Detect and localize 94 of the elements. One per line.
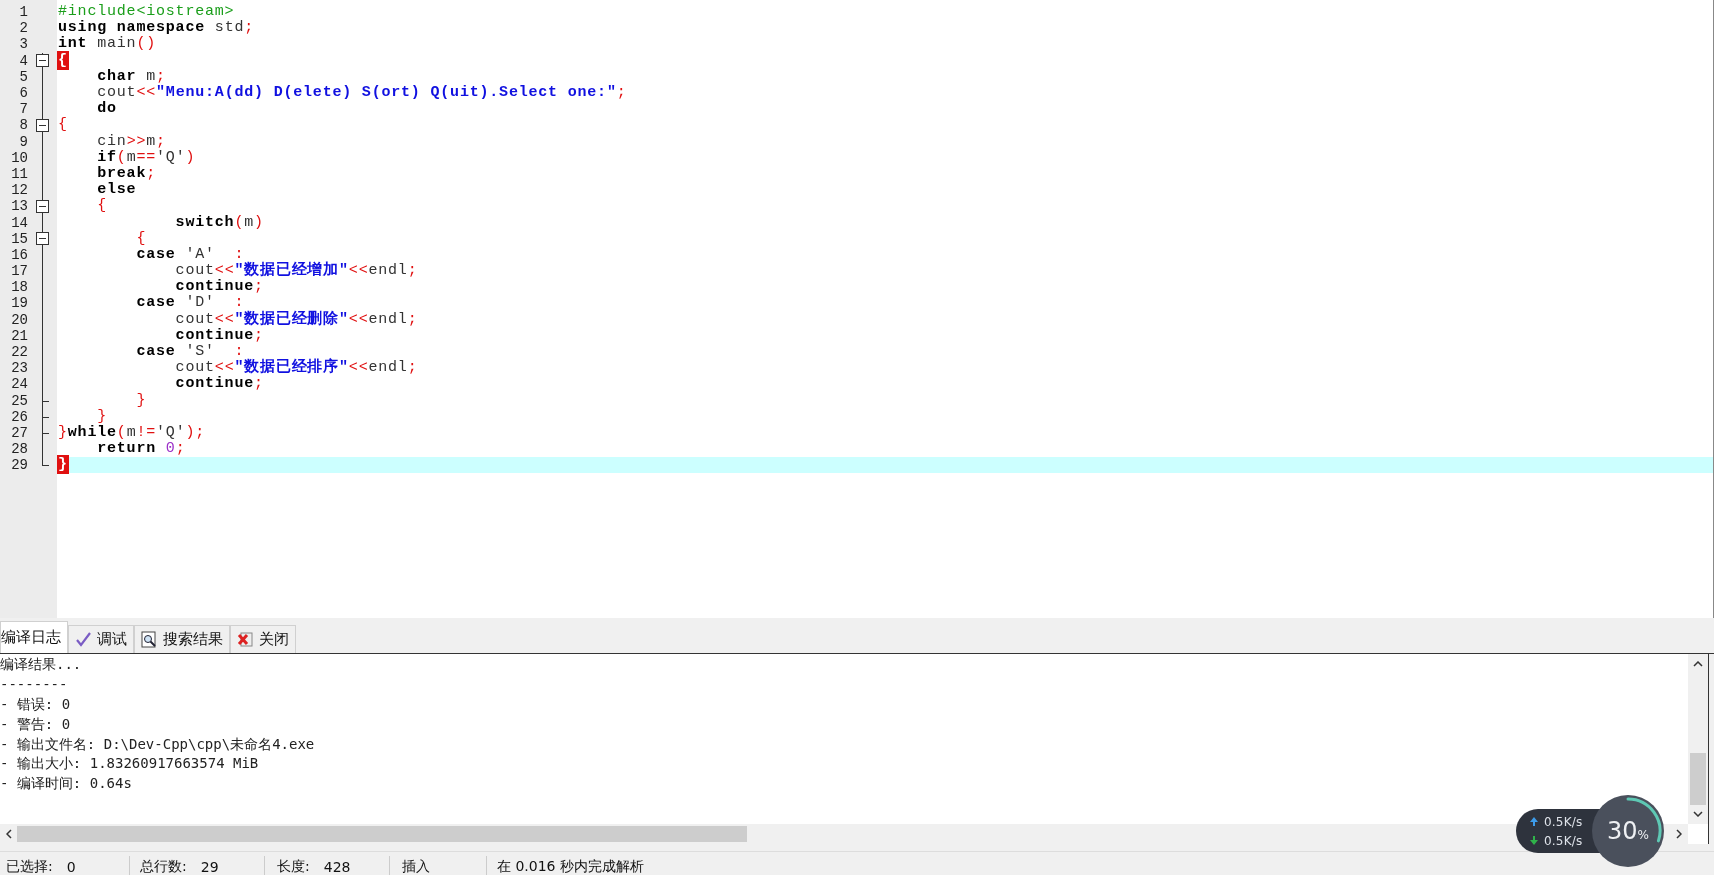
line-number: 12 [10,182,28,199]
line-number: 19 [10,295,28,312]
status-label: 在 0.016 秒内完成解析 [497,858,644,875]
line-number: 26 [10,408,28,425]
line-number: 13 [10,198,28,215]
code-line: cin>>m; [96,133,166,150]
line-number: 29 [10,457,28,474]
line-number: 9 [18,133,28,150]
status-value: 0 [66,859,76,875]
code-line: break; [96,165,157,182]
tab[interactable]: 关闭 [230,625,296,653]
code-line: case 'S' : [135,344,245,361]
line-number: 22 [10,344,28,361]
code-line: #include<iostream> [58,4,235,21]
line-number: 25 [10,392,28,409]
code-line: return 0; [96,441,186,458]
download-speed: 0.5K/s [1544,833,1583,848]
line-number: 23 [10,360,28,377]
line-number: 18 [10,279,28,296]
scroll-left-icon[interactable] [6,829,12,839]
log-line: - 输出文件名: D:\Dev-Cpp\cpp\未命名4.exe [0,734,316,754]
status-value: 29 [200,859,219,875]
code-line: case 'A' : [135,246,245,263]
status-label: 已选择: [6,858,53,875]
code-line: { [58,117,68,134]
line-number: 14 [10,214,28,231]
code-line: { [96,198,107,215]
line-number: 16 [10,246,28,263]
line-number: 2 [18,20,28,37]
tab[interactable]: 编译日志 [0,621,68,653]
code-line: do [96,101,117,118]
code-line: { [135,230,147,247]
log-line: - 错误: 0 [0,694,72,714]
code-line: continue; [174,376,264,393]
line-number: 5 [18,68,28,85]
line-number: 3 [18,36,28,53]
code-line: cout<<"Menu:A(dd) D(elete) S(ort) Q(uit).Select one:"; [96,85,627,102]
line-number: 20 [10,311,28,328]
upload-speed: 0.5K/s [1544,814,1583,829]
log-line: - 警告: 0 [0,714,72,734]
code-line: continue; [174,327,264,344]
line-number: 10 [10,149,28,166]
code-line: cout<<"数据已经删除"<<endl; [174,311,418,328]
collapse-button[interactable] [35,232,49,246]
line-number: 17 [10,263,28,280]
collapse-button[interactable] [35,118,49,132]
log-line: - 输出大小: 1.83260917663574 MiB [0,754,260,774]
status-label: 总行数: [140,858,187,875]
status-label: 插入 [402,858,430,875]
code-line: continue; [174,279,264,296]
code-line: cout<<"数据已经排序"<<endl; [174,360,418,377]
line-number: 8 [18,117,28,134]
scrollbar-thumb[interactable] [17,826,747,842]
code-line: else [96,182,137,199]
log-line: -------- [0,674,69,694]
line-number: 27 [10,424,28,441]
line-number: 6 [18,85,28,102]
download-arrow-icon [1530,836,1538,845]
search-icon [141,631,158,648]
code-line: using namespace std; [58,20,255,37]
line-number: 7 [18,101,28,118]
line-number: 4 [18,52,28,69]
tab[interactable]: 搜索结果 [134,625,230,653]
code-line: }while(m!='Q'); [58,424,206,441]
status-label: 长度: [277,858,310,875]
code-line: int main() [58,36,157,53]
code-line: } [96,408,107,425]
code-line: case 'D' : [135,295,245,312]
check-icon [75,631,92,648]
log-line: 编译结果... [0,655,83,674]
scrollbar-thumb[interactable] [1690,753,1706,805]
line-number: 1 [18,4,28,21]
code-line: cout<<"数据已经增加"<<endl; [174,263,418,280]
close-icon [237,631,254,648]
scroll-right-icon[interactable] [1676,829,1682,839]
line-number: 28 [10,441,28,458]
status-value: 428 [323,859,351,875]
code-line: char m; [96,68,166,85]
code-line: switch(m) [174,214,264,231]
collapse-button[interactable] [35,199,49,213]
tab[interactable]: 调试 [68,625,134,653]
scroll-up-icon[interactable] [1693,661,1703,667]
code-line: if(m=='Q') [96,149,196,166]
line-number: 24 [10,376,28,393]
code-line: } [135,392,147,409]
gauge-percent: 30% [1607,817,1649,845]
scroll-down-icon[interactable] [1693,811,1703,817]
upload-arrow-icon [1530,817,1538,826]
collapse-button[interactable] [35,54,49,68]
line-number: 15 [10,230,28,247]
vertical-scrollbar[interactable] [1688,654,1708,824]
log-line: - 编译时间: 0.64s [0,774,133,794]
line-number: 21 [10,327,28,344]
line-number: 11 [10,165,28,182]
